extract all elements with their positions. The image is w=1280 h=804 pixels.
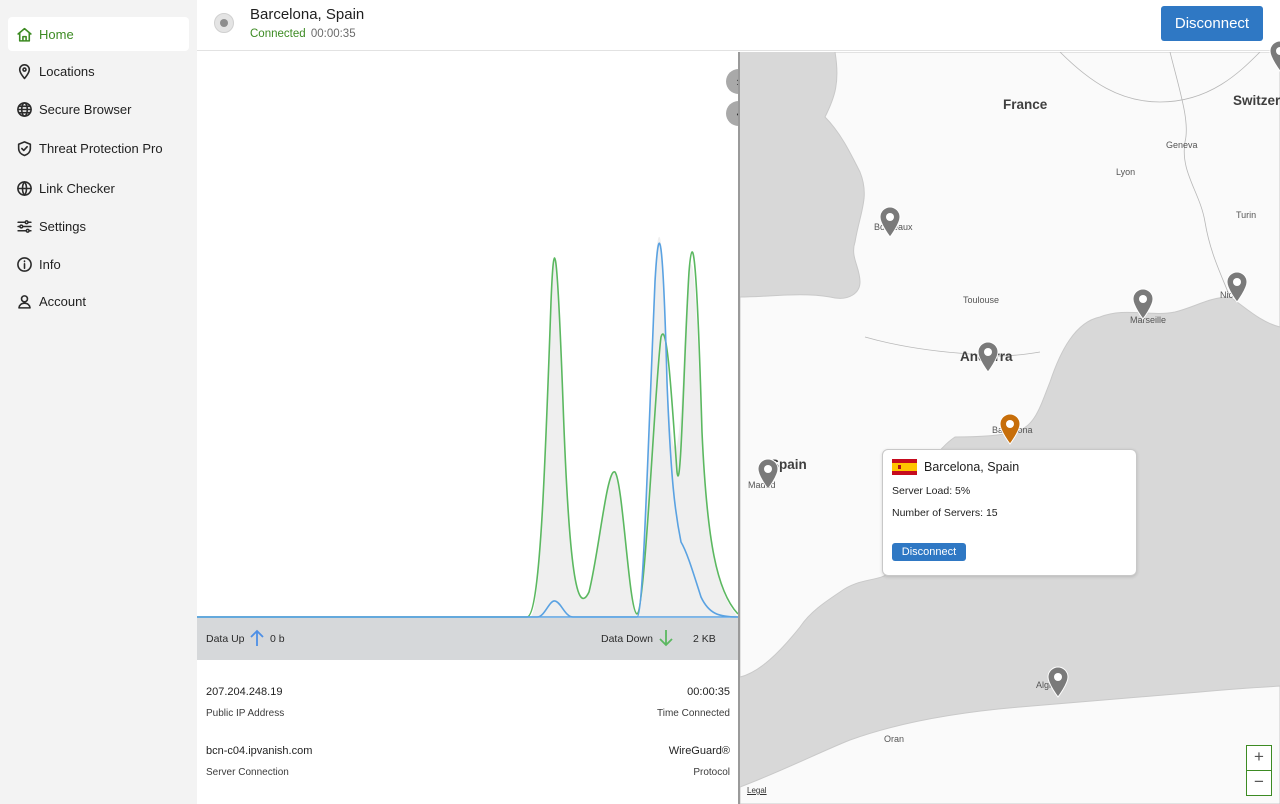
map-label-switzerland: Switzer: [1233, 93, 1280, 108]
connection-status-line: Connected 00:00:35: [250, 28, 356, 40]
public-ip-value: 207.204.248.19: [206, 686, 283, 698]
server-pin-nice[interactable]: [1225, 271, 1249, 303]
public-ip-label: Public IP Address: [206, 708, 285, 719]
sidebar-item-label: Secure Browser: [39, 101, 132, 117]
sidebar-item-secure-browser[interactable]: Secure Browser: [8, 92, 189, 126]
user-icon: [16, 293, 33, 310]
zoom-in-button[interactable]: +: [1246, 745, 1272, 771]
traffic-graph-canvas: [197, 236, 738, 618]
server-pin-andorra[interactable]: [976, 341, 1000, 373]
server-connection-value: bcn-c04.ipvanish.com: [206, 745, 313, 757]
land-africa: [740, 685, 1280, 804]
server-info-popup: Barcelona, Spain Server Load: 5% Number …: [882, 449, 1137, 576]
connection-elapsed: 00:00:35: [310, 28, 356, 40]
globe-icon: [16, 101, 33, 118]
data-down-label: Data Down: [601, 633, 653, 645]
map-label-oran: Oran: [884, 734, 905, 744]
shield-icon: [16, 140, 33, 157]
sidebar-item-info[interactable]: Info: [8, 247, 189, 281]
popup-server-load: Server Load: 5%: [892, 485, 971, 497]
server-pin-barcelona-active[interactable]: [998, 413, 1022, 445]
data-up-value: 0 b: [270, 633, 285, 645]
link-globe-icon: [16, 180, 33, 197]
map-legal-link[interactable]: Legal: [747, 786, 767, 795]
sidebar-item-account[interactable]: Account: [8, 284, 189, 318]
sidebar-item-link-checker[interactable]: Link Checker: [8, 171, 189, 205]
sidebar-item-settings[interactable]: Settings: [8, 209, 189, 243]
sidebar-item-label: Settings: [39, 218, 86, 234]
connection-status-icon: [214, 13, 234, 33]
server-pin-marseille[interactable]: [1131, 288, 1155, 320]
protocol-value: WireGuard®: [668, 745, 730, 757]
sidebar-item-threat-protection[interactable]: Threat Protection Pro: [8, 131, 189, 165]
map-label-france: France: [1003, 97, 1048, 112]
zoom-out-button[interactable]: −: [1246, 770, 1272, 796]
spain-flag-icon: [892, 459, 917, 475]
data-up-label: Data Up: [206, 633, 245, 645]
sidebar-item-label: Locations: [39, 63, 95, 79]
popup-title: Barcelona, Spain: [924, 460, 1020, 474]
popup-server-count: Number of Servers: 15: [892, 507, 998, 519]
traffic-area-fill: [530, 236, 738, 617]
server-pin-madrid[interactable]: [756, 458, 780, 490]
connection-details: 207.204.248.19 Public IP Address 00:00:3…: [197, 660, 738, 804]
traffic-summary-bar: Data Up 0 b Data Down 2 KB: [197, 618, 738, 660]
server-connection-label: Server Connection: [206, 767, 289, 778]
sidebar-item-locations[interactable]: Locations: [8, 54, 189, 88]
sidebar-item-label: Account: [39, 293, 86, 309]
map-label-lyon: Lyon: [1116, 167, 1136, 177]
sidebar-item-label: Info: [39, 256, 61, 272]
map-label-toulouse: Toulouse: [963, 295, 1000, 305]
time-connected-label: Time Connected: [657, 708, 730, 719]
info-icon: [16, 256, 33, 273]
server-pin-zurich[interactable]: [1268, 40, 1280, 72]
sidebar-item-label: Home: [39, 26, 74, 42]
sidebar-item-label: Link Checker: [39, 180, 115, 196]
arrow-up-icon: [250, 629, 264, 646]
map-label-geneva: Geneva: [1166, 140, 1198, 150]
map-label-turin: Turin: [1236, 210, 1257, 220]
traffic-graph: [197, 52, 738, 618]
server-pin-algiers[interactable]: [1046, 666, 1070, 698]
sidebar-item-label: Threat Protection Pro: [39, 140, 163, 156]
home-icon: [16, 26, 33, 43]
arrow-down-icon: [659, 630, 673, 647]
disconnect-button[interactable]: Disconnect: [1161, 6, 1263, 41]
server-pin-bordeaux[interactable]: [878, 206, 902, 238]
time-connected-value: 00:00:35: [687, 686, 730, 698]
popup-disconnect-button[interactable]: Disconnect: [892, 543, 966, 561]
land-europe: [740, 52, 1280, 678]
connection-status: Connected: [250, 28, 306, 40]
sidebar-item-home[interactable]: Home: [8, 17, 189, 51]
connection-header: Barcelona, Spain Connected 00:00:35 Disc…: [197, 0, 1280, 51]
sidebar: Home Locations Secure Browser Threat Pro…: [0, 0, 197, 804]
protocol-label: Protocol: [693, 767, 730, 778]
sliders-icon: [16, 218, 33, 235]
data-down-value: 2 KB: [693, 633, 716, 645]
location-pin-icon: [16, 63, 33, 80]
connected-location-title: Barcelona, Spain: [250, 6, 365, 23]
